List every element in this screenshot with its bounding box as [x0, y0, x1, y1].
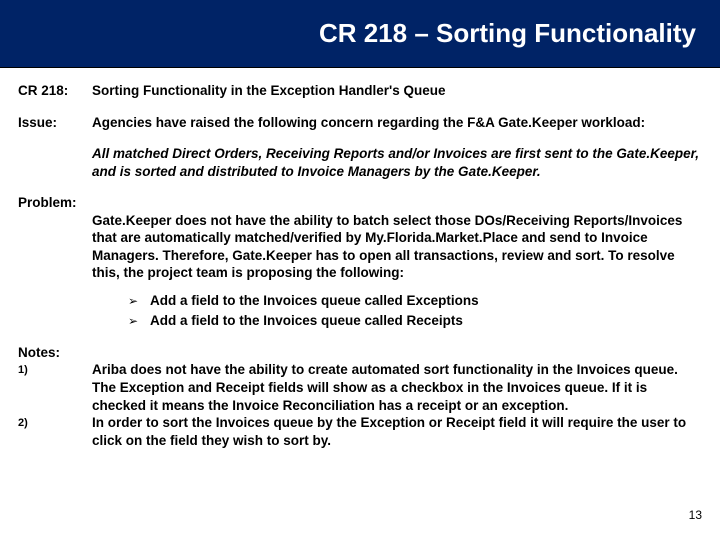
slide-title: CR 218 – Sorting Functionality: [319, 18, 696, 49]
notes-label: Notes:: [18, 344, 702, 362]
issue-detail: All matched Direct Orders, Receiving Rep…: [92, 145, 702, 180]
slide: CR 218 – Sorting Functionality CR 218: S…: [0, 0, 720, 540]
cr-text: Sorting Functionality in the Exception H…: [92, 82, 702, 100]
list-item: ➢ Add a field to the Invoices queue call…: [128, 292, 702, 310]
slide-body: CR 218: Sorting Functionality in the Exc…: [0, 68, 720, 449]
issue-text: Agencies have raised the following conce…: [92, 114, 702, 132]
issue-label: Issue:: [18, 114, 92, 132]
note-text: Ariba does not have the ability to creat…: [92, 361, 702, 414]
cr-header-row: CR 218: Sorting Functionality in the Exc…: [18, 82, 702, 100]
bullet-list: ➢ Add a field to the Invoices queue call…: [18, 292, 702, 330]
notes-block: Notes: 1) Ariba does not have the abilit…: [18, 344, 702, 449]
title-bar: CR 218 – Sorting Functionality: [0, 0, 720, 68]
issue-detail-row: All matched Direct Orders, Receiving Rep…: [18, 145, 702, 180]
problem-text: Gate.Keeper does not have the ability to…: [18, 212, 702, 282]
bullet-text: Add a field to the Invoices queue called…: [150, 312, 463, 330]
list-item: ➢ Add a field to the Invoices queue call…: [128, 312, 702, 330]
arrow-icon: ➢: [128, 312, 150, 330]
bullet-text: Add a field to the Invoices queue called…: [150, 292, 479, 310]
problem-block: Problem: Gate.Keeper does not have the a…: [18, 194, 702, 282]
problem-label: Problem:: [18, 194, 702, 212]
issue-row: Issue: Agencies have raised the followin…: [18, 114, 702, 132]
page-number: 13: [689, 508, 702, 522]
note-number: 1): [18, 361, 92, 414]
note-row: 2) In order to sort the Invoices queue b…: [18, 414, 702, 449]
arrow-icon: ➢: [128, 292, 150, 310]
spacer: [18, 145, 92, 180]
cr-label: CR 218:: [18, 82, 92, 100]
note-number: 2): [18, 414, 92, 449]
note-text: In order to sort the Invoices queue by t…: [92, 414, 702, 449]
note-row: 1) Ariba does not have the ability to cr…: [18, 361, 702, 414]
